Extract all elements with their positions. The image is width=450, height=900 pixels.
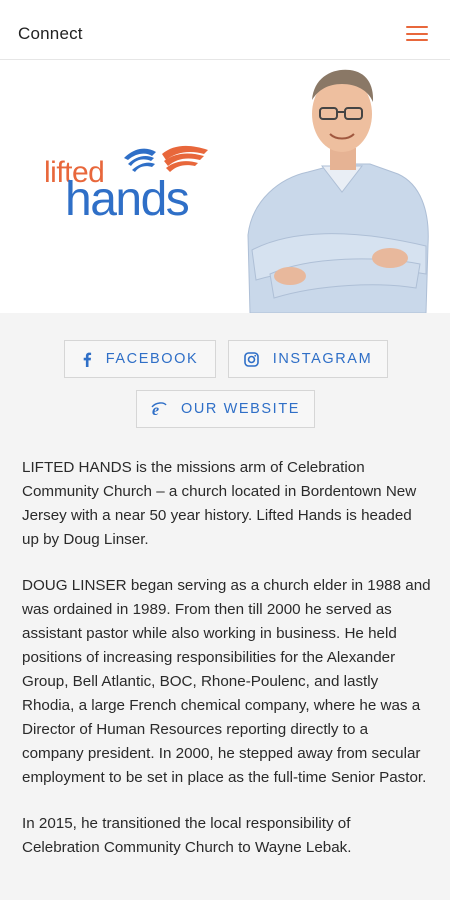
lifted-hands-logo: lifted hands: [40, 145, 225, 230]
web-browser-icon: e: [151, 401, 167, 417]
facebook-icon: [82, 352, 92, 367]
instagram-icon: [243, 351, 259, 367]
our-website-button-label: OUR WEBSITE: [180, 401, 301, 417]
our-website-button[interactable]: e OUR WEBSITE: [136, 390, 315, 428]
facebook-button[interactable]: FACEBOOK: [64, 340, 216, 378]
instagram-button-label: INSTAGRAM: [272, 351, 373, 367]
page-title: Connect: [18, 24, 83, 43]
facebook-button-label: FACEBOOK: [105, 351, 199, 367]
pastor-portrait-photo: [247, 69, 429, 313]
hamburger-menu-icon[interactable]: [406, 26, 428, 42]
paragraph-transition: In 2015, he transitioned the local respo…: [22, 815, 352, 856]
about-text: LIFTED HANDS is the missions arm of Cele…: [22, 456, 432, 882]
paragraph-intro: LIFTED HANDS is the missions arm of Cele…: [22, 459, 417, 548]
hero-banner: lifted hands: [0, 60, 450, 313]
instagram-button[interactable]: INSTAGRAM: [228, 340, 388, 378]
paragraph-bio: DOUG LINSER began serving as a church el…: [22, 577, 431, 786]
logo-word-hands: hands: [65, 173, 190, 226]
app-bar: Connect: [0, 0, 450, 60]
